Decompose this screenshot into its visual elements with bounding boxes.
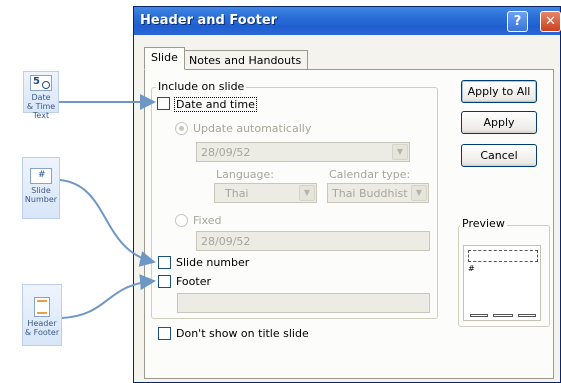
date-time-checkbox[interactable] [157,97,170,110]
fixed-date-field[interactable]: 28/09/52 [196,231,430,251]
calendar-type-label: Calendar type: [329,168,411,181]
update-automatically-radio[interactable] [175,122,188,135]
preview-label: Preview [460,217,507,230]
fixed-date-value: 28/09/52 [201,235,251,248]
calendar-type-value: Thai Buddhist [332,187,408,200]
chevron-down-icon[interactable]: ▼ [392,144,408,160]
slide-number-label[interactable]: Slide number [176,256,249,269]
header-footer-dialog: Header and Footer ? ✕ Notes and Handouts… [133,6,561,383]
language-combo[interactable]: Thai ▼ [214,183,317,203]
date-time-label[interactable]: Date and time [174,97,257,112]
dialog-title: Header and Footer [140,13,278,28]
ribbon-date-time-line1: Date [31,93,51,102]
tab-notes-handouts[interactable]: Notes and Handouts [182,50,309,70]
dialog-titlebar[interactable]: Header and Footer ? ✕ [134,7,561,35]
chevron-down-icon[interactable]: ▼ [299,185,315,201]
help-button[interactable]: ? [507,11,528,32]
ribbon-header-footer-line2: & Footer [24,328,60,337]
chevron-down-icon[interactable]: ▼ [411,185,427,201]
ribbon-date-time-line3: Text [32,111,50,120]
auto-date-value: 28/09/52 [201,146,251,159]
slide-number-icon: # [30,168,52,184]
close-button[interactable]: ✕ [540,11,561,32]
update-automatically-label: Update automatically [193,122,312,135]
preview-slide-thumbnail: # [463,245,541,321]
ribbon-date-time-line2: & Time [26,102,56,111]
header-footer-icon [34,297,50,317]
preview-title-placeholder [468,250,538,262]
ribbon-slide-number-line2: Number [24,195,58,204]
include-on-slide-label: Include on slide [156,80,247,93]
fixed-label: Fixed [193,214,222,227]
ribbon-slide-number-line1: Slide [31,186,51,195]
fixed-radio[interactable] [175,214,188,227]
preview-footer-placeholder-left [470,314,488,317]
preview-page-marker: # [468,264,475,273]
calendar-icon: 5 [30,75,52,91]
dont-show-title-checkbox[interactable] [158,327,171,340]
ribbon-header-footer-line1: Header [27,319,57,328]
ribbon-slide-number-button[interactable]: # Slide Number [22,157,60,219]
footer-text-field[interactable] [177,293,430,313]
auto-date-combo[interactable]: 28/09/52 ▼ [196,142,410,162]
ribbon-header-footer-button[interactable]: Header & Footer [22,284,62,346]
footer-checkbox[interactable] [158,275,171,288]
tab-slide[interactable]: Slide [144,47,185,70]
language-label: Language: [216,168,274,181]
language-value: Thai [225,187,249,200]
ribbon-date-time-button[interactable]: 5 Date & Time Text [23,71,59,120]
slide-number-checkbox[interactable] [158,256,171,269]
footer-label[interactable]: Footer [176,275,211,288]
cancel-button[interactable]: Cancel [461,144,537,167]
calendar-type-combo[interactable]: Thai Buddhist ▼ [327,183,429,203]
apply-to-all-button[interactable]: Apply to All [461,80,537,103]
preview-footer-placeholder-center [493,314,513,317]
preview-footer-placeholder-right [518,314,536,317]
dont-show-title-label[interactable]: Don't show on title slide [176,327,309,340]
apply-button[interactable]: Apply [461,111,537,134]
